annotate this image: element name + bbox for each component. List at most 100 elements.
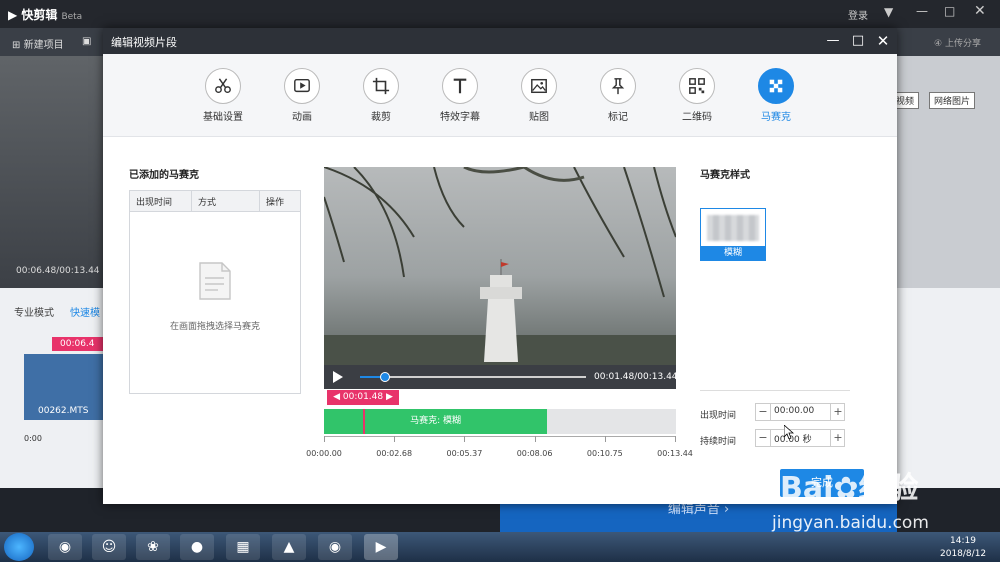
folder-icon[interactable]: ▣ bbox=[82, 36, 91, 47]
watermark-brand: Bai✿经验 bbox=[780, 471, 919, 506]
menu-icon[interactable]: ▼ bbox=[884, 5, 893, 19]
app-logo: ▶ 快剪辑 Beta bbox=[8, 6, 82, 23]
tool-crop[interactable]: 裁剪 bbox=[351, 68, 411, 123]
appear-time-minus[interactable]: − bbox=[756, 404, 771, 420]
dialog-maximize-icon[interactable]: □ bbox=[848, 31, 868, 51]
app-edition: Beta bbox=[61, 12, 83, 22]
taskbar-360-icon[interactable]: ◉ bbox=[48, 534, 82, 560]
mouse-cursor-icon bbox=[784, 425, 794, 439]
mosaic-segment[interactable]: 马赛克: 模糊 bbox=[324, 409, 548, 434]
column-appear-time: 出现时间 bbox=[136, 198, 173, 208]
step-4-icon: ④ bbox=[934, 39, 943, 49]
play-logo-icon: ▶ bbox=[8, 8, 18, 22]
upload-share-label: 上传分享 bbox=[944, 39, 981, 49]
ruler-tick bbox=[394, 436, 396, 442]
login-link[interactable]: 登录 bbox=[848, 7, 868, 22]
blur-thumbnail bbox=[707, 215, 759, 241]
tool-animation-label: 动画 bbox=[292, 112, 312, 123]
taskbar-kuaijianji-icon[interactable]: ▶ bbox=[364, 534, 398, 560]
duration-plus[interactable]: + bbox=[830, 430, 845, 446]
new-project-button[interactable]: ⊞ 新建项目 bbox=[12, 36, 64, 51]
taskbar-record-icon[interactable]: ◉ bbox=[318, 534, 352, 560]
appear-time-plus[interactable]: + bbox=[830, 404, 845, 420]
new-project-label: 新建项目 bbox=[23, 40, 64, 51]
video-progress-bar[interactable] bbox=[360, 372, 586, 382]
dialog-header: 编辑视频片段 — □ ✕ bbox=[103, 28, 897, 54]
column-action: 操作 bbox=[266, 198, 285, 208]
appear-time-input[interactable]: 00:00.00 bbox=[774, 406, 814, 416]
edit-clip-dialog: 编辑视频片段 — □ ✕ 基础设置 动画 裁剪 特效字幕 贴图 标记 二维码 马… bbox=[103, 28, 897, 504]
upload-share-button[interactable]: ④ 上传分享 bbox=[934, 36, 981, 49]
taskbar-qq-icon[interactable]: ☺ bbox=[92, 534, 126, 560]
empty-document-icon bbox=[198, 261, 232, 304]
tool-sticker[interactable]: 贴图 bbox=[509, 68, 569, 123]
start-button[interactable] bbox=[4, 533, 34, 561]
app-clip-thumb[interactable]: 00262.MTS bbox=[24, 354, 103, 420]
tool-mark-label: 标记 bbox=[608, 112, 628, 123]
video-preview[interactable] bbox=[324, 167, 676, 365]
ruler-tick bbox=[604, 436, 606, 442]
minimize-icon[interactable]: — bbox=[916, 4, 928, 18]
added-mosaic-table: 出现时间 方式 操作 在画面拖拽选择马赛克 bbox=[129, 190, 301, 394]
tool-subtitle[interactable]: 特效字幕 bbox=[430, 68, 490, 123]
tool-mark[interactable]: 标记 bbox=[588, 68, 648, 123]
app-name: 快剪辑 bbox=[21, 8, 58, 22]
network-image-button[interactable]: 网络图片 bbox=[929, 92, 976, 109]
duration-label: 持续时间 bbox=[700, 437, 737, 447]
app-preview-time: 00:06.48/00:13.44 bbox=[16, 266, 100, 276]
mosaic-timeline[interactable]: 马赛克: 模糊 bbox=[324, 409, 676, 434]
table-header: 出现时间 方式 操作 bbox=[130, 191, 300, 212]
plus-box-icon: ⊞ bbox=[12, 40, 21, 51]
style-blur-option[interactable]: 模糊 bbox=[700, 208, 766, 261]
appear-time-label: 出现时间 bbox=[700, 411, 737, 421]
taskbar-firefox-icon[interactable]: ● bbox=[180, 534, 214, 560]
tools-bar: 基础设置 动画 裁剪 特效字幕 贴图 标记 二维码 马赛克 bbox=[103, 54, 897, 137]
video-controls: 00:01.48/00:13.44 bbox=[324, 365, 678, 389]
tool-basic[interactable]: 基础设置 bbox=[193, 68, 253, 123]
dialog-close-icon[interactable]: ✕ bbox=[873, 31, 893, 51]
dialog-minimize-icon[interactable]: — bbox=[823, 31, 843, 51]
maximize-icon[interactable]: □ bbox=[944, 4, 955, 18]
duration-minus[interactable]: − bbox=[756, 430, 771, 446]
play-icon[interactable] bbox=[332, 371, 344, 383]
clock-date: 2018/8/12 bbox=[940, 549, 987, 559]
playhead-time: 00:01.48 bbox=[342, 392, 384, 402]
video-progress-knob[interactable] bbox=[379, 372, 390, 382]
tool-qrcode[interactable]: 二维码 bbox=[667, 68, 727, 123]
playhead-line[interactable] bbox=[362, 409, 365, 434]
edit-audio-label: 编辑声音 bbox=[667, 502, 720, 517]
quick-mode-tab[interactable]: 快速模 bbox=[70, 304, 100, 319]
paw-icon: ✿ bbox=[833, 471, 859, 506]
empty-hint: 在画面拖拽选择马赛克 bbox=[169, 322, 260, 332]
app-clip-name: 00262.MTS bbox=[38, 406, 89, 416]
ruler-tick-label: 00:00.00 bbox=[306, 449, 342, 458]
column-method: 方式 bbox=[198, 198, 217, 208]
taskbar-media-icon[interactable]: ❀ bbox=[136, 534, 170, 560]
taskbar-folder-icon[interactable]: ▦ bbox=[226, 534, 260, 560]
scissors-icon bbox=[215, 78, 231, 94]
tool-subtitle-label: 特效字幕 bbox=[440, 112, 480, 123]
pro-mode-tab[interactable]: 专业模式 bbox=[14, 304, 54, 319]
taskbar-app-icon[interactable]: ▲ bbox=[272, 534, 306, 560]
play-box-icon bbox=[294, 78, 310, 93]
tool-crop-label: 裁剪 bbox=[371, 112, 391, 123]
crop-icon bbox=[372, 77, 390, 95]
appear-time-stepper: − 00:00.00 + bbox=[755, 403, 845, 421]
ruler-tick-label: 00:05.37 bbox=[446, 449, 483, 458]
tool-mosaic[interactable]: 马赛克 bbox=[746, 68, 806, 123]
playhead-label[interactable]: ◀ 00:01.48 ▶ bbox=[327, 390, 399, 405]
ruler-tick-label: 00:08.06 bbox=[516, 449, 553, 458]
ruler-tick-label: 00:02.68 bbox=[376, 449, 413, 458]
ruler-tick-label: 00:10.75 bbox=[586, 449, 623, 458]
ruler-tick bbox=[534, 436, 536, 442]
close-app-icon[interactable]: ✕ bbox=[974, 3, 986, 19]
style-blur-label: 模糊 bbox=[701, 246, 765, 260]
app-clip-time: 00:06.4 bbox=[52, 337, 103, 351]
mosaic-icon bbox=[769, 79, 783, 93]
ruler-tick bbox=[675, 436, 676, 442]
tool-basic-label: 基础设置 bbox=[203, 112, 243, 123]
ruler-tick bbox=[464, 436, 466, 442]
baidu-watermark: Bai✿经验 jingyan.baidu.com bbox=[760, 455, 1000, 545]
tool-animation[interactable]: 动画 bbox=[272, 68, 332, 123]
watermark-url: jingyan.baidu.com bbox=[772, 513, 929, 533]
